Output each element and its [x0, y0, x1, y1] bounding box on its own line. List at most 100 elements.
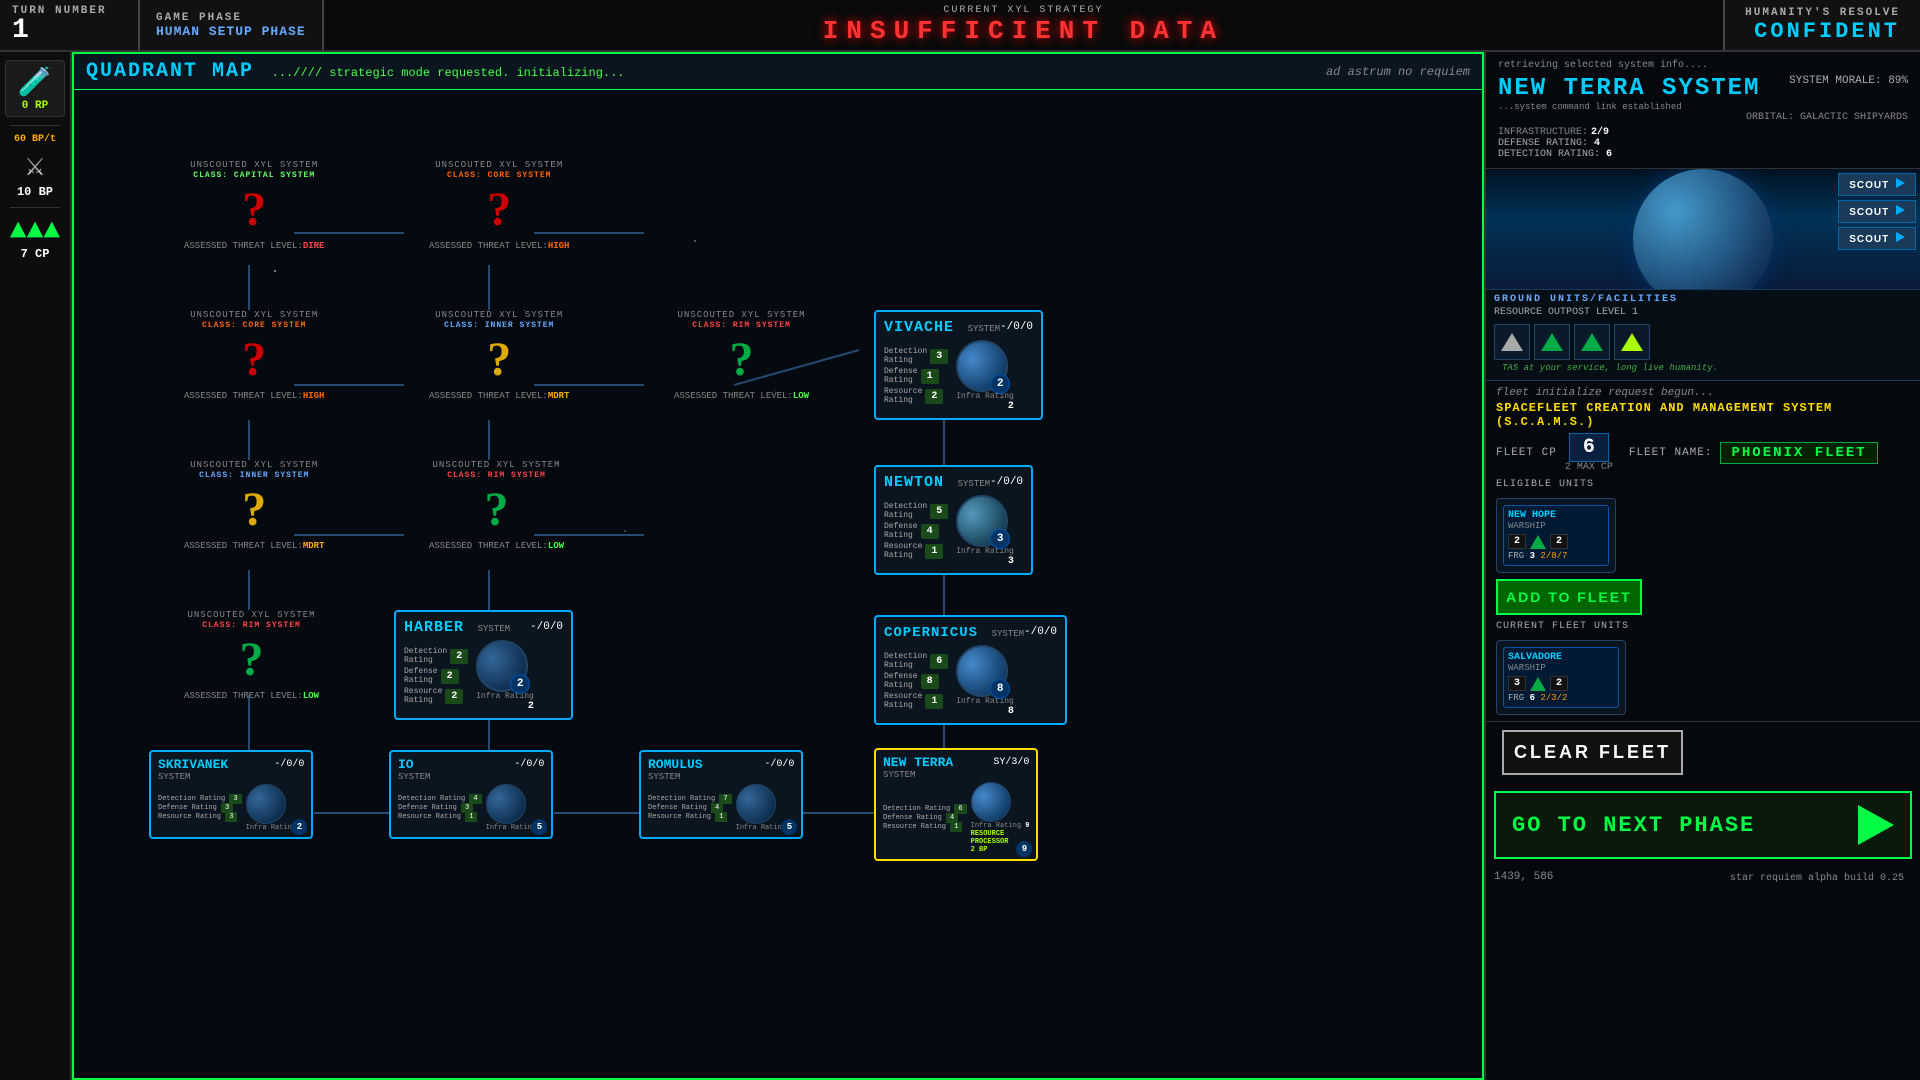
xyl-system-2[interactable]: UNSCOUTED XYL SYSTEM CLASS: CORE SYSTEM … [429, 160, 569, 251]
unit2-stat-right: 2 [1550, 676, 1568, 691]
xyl-system-6[interactable]: UNSCOUTED XYL SYSTEM CLASS: INNER SYSTEM… [184, 460, 324, 551]
resolve-label: HUMANITY'S RESOLVE [1745, 7, 1900, 19]
xyl-system-1[interactable]: UNSCOUTED XYL SYSTEM CLASS: CAPITAL SYST… [184, 160, 324, 251]
io-system[interactable]: IO -/0/0 SYSTEM Detection Rating 4 Defen… [389, 750, 553, 839]
clear-fleet-area: CLEAR FLEET [1486, 722, 1920, 783]
strategy-label: CURRENT XYL STRATEGY [943, 5, 1103, 16]
xyl-system-4[interactable]: UNSCOUTED XYL SYSTEM CLASS: INNER SYSTEM… [429, 310, 569, 401]
scout-button-3[interactable]: SCOUT [1838, 227, 1916, 250]
xyl-label-7: UNSCOUTED XYL SYSTEM CLASS: RIM SYSTEM [433, 460, 561, 480]
selected-system-name: NEW TERRA SYSTEM [1498, 75, 1760, 102]
star-dot [274, 270, 276, 272]
unit2-type: WARSHIP [1508, 663, 1614, 673]
star-dot [624, 530, 626, 532]
ground-units-title: GROUND UNITS/FACILITIES [1494, 294, 1912, 305]
xyl-system-5[interactable]: UNSCOUTED XYL SYSTEM CLASS: RIM SYSTEM ?… [674, 310, 809, 401]
turn-label: TURN NUMBER [12, 5, 126, 17]
copernicus-system[interactable]: COPERNICUS SYSTEM -/0/0 DetectionRating … [874, 615, 1067, 725]
detection-value: 6 [1606, 149, 1612, 160]
rp-value: 0 RP [22, 100, 48, 112]
center-strategy: CURRENT XYL STRATEGY INSUFFICIENT DATA [324, 0, 1724, 50]
fleet-cp-value: 6 [1569, 433, 1609, 462]
strategy-value: INSUFFICIENT DATA [823, 16, 1224, 46]
system-info: retrieving selected system info.... NEW … [1486, 52, 1920, 169]
add-to-fleet-button[interactable]: ADD TO FLEET [1496, 579, 1642, 615]
unit1-name: NEW HOPE [1508, 510, 1604, 521]
map-header: QUADRANT MAP ...//// strategic mode requ… [74, 54, 1482, 90]
unit1-stat-right: 2 [1550, 534, 1568, 549]
star-map[interactable]: UNSCOUTED XYL SYSTEM CLASS: CAPITAL SYST… [74, 90, 1482, 1074]
skrivanek-system[interactable]: SKRIVANEK -/0/0 SYSTEM Detection Rating … [149, 750, 313, 839]
scams-retrieving: fleet initialize request begun... [1496, 387, 1910, 399]
resource-outpost: RESOURCE OUTPOST LEVEL 1 [1494, 305, 1912, 320]
build-info-bar: 1439, 586 star requiem alpha build 0.25 [1486, 867, 1920, 890]
map-tagline: ad astrum no requiem [1326, 65, 1470, 79]
xyl-label-4: UNSCOUTED XYL SYSTEM CLASS: INNER SYSTEM [435, 310, 563, 330]
xyl-label-3: UNSCOUTED XYL SYSTEM CLASS: CORE SYSTEM [190, 310, 318, 330]
eligible-units-label: ELIGIBLE UNITS [1496, 479, 1910, 490]
rp-resource: 🧪 0 RP [5, 60, 65, 117]
current-fleet-label: CURRENT FLEET UNITS [1496, 621, 1910, 632]
clear-fleet-button[interactable]: CLEAR FLEET [1502, 730, 1683, 775]
game-phase-label: GAME PHASE [156, 12, 306, 24]
fleet-cp-label: FLEET CP [1496, 447, 1557, 459]
new-terra-map-system[interactable]: NEW TERRA SY/3/0 SYSTEM Detection Rating… [874, 748, 1038, 861]
infra-value: 2/9 [1591, 127, 1609, 138]
resolve-value: CONFIDENT [1754, 19, 1900, 44]
xyl-label-1: UNSCOUTED XYL SYSTEM CLASS: CAPITAL SYST… [190, 160, 318, 180]
right-panel: retrieving selected system info.... NEW … [1484, 52, 1920, 1080]
ground-unit-icons [1494, 324, 1912, 360]
map-title-area: QUADRANT MAP ...//// strategic mode requ… [86, 60, 625, 83]
scout-button-1[interactable]: SCOUT [1838, 173, 1916, 196]
ground-units-section: GROUND UNITS/FACILITIES RESOURCE OUTPOST… [1486, 289, 1920, 381]
unit2-triangle [1530, 677, 1546, 691]
coords-info: 1439, 586 [1494, 871, 1553, 886]
cp-triangle-icon: ▲▲▲ [10, 216, 60, 247]
scams-section: fleet initialize request begun... SPACEF… [1486, 381, 1920, 722]
scout-button-2[interactable]: SCOUT [1838, 200, 1916, 223]
cp-resource: ▲▲▲ 7 CP [5, 216, 65, 261]
copernicus-name: COPERNICUS [884, 625, 978, 641]
right-planet-area: SCOUT SCOUT SCOUT [1486, 169, 1920, 289]
newton-system[interactable]: NEWTON SYSTEM -/0/0 DetectionRating 5 De… [874, 465, 1033, 575]
system-morale: SYSTEM MORALE: 89% [1789, 75, 1908, 87]
current-unit-1[interactable]: SALVADORE WARSHIP 3 2 FRG 6 2/3/2 [1496, 640, 1626, 715]
top-bar: TURN NUMBER 1 GAME PHASE HUMAN SETUP PHA… [0, 0, 1920, 52]
harber-name: HARBER [404, 619, 464, 636]
fleet-cp-row: FLEET CP 6 2 MAX CP FLEET NAME: PHOENIX … [1496, 433, 1910, 473]
arrow-right-icon [1858, 805, 1894, 845]
resolve-box: HUMANITY'S RESOLVE CONFIDENT [1723, 0, 1920, 50]
unit2-name: SALVADORE [1508, 652, 1614, 663]
vivache-name: VIVACHE [884, 319, 954, 336]
unit-icon-4 [1614, 324, 1650, 360]
vivache-system[interactable]: VIVACHE SYSTEM -/0/0 DetectionRating 3 D… [874, 310, 1043, 420]
next-phase-section[interactable]: GO TO NEXT PHASE [1494, 791, 1912, 859]
game-phase-box: GAME PHASE HUMAN SETUP PHASE [140, 0, 324, 50]
xyl-system-8[interactable]: UNSCOUTED XYL SYSTEM CLASS: RIM SYSTEM ?… [184, 610, 319, 701]
xyl-system-3[interactable]: UNSCOUTED XYL SYSTEM CLASS: CORE SYSTEM … [184, 310, 324, 401]
xyl-p-icon-3: ? [242, 332, 266, 387]
next-phase-text: GO TO NEXT PHASE [1512, 813, 1755, 838]
infra-label: INFRASTRUCTURE: [1498, 127, 1588, 138]
sidebar-divider-1 [10, 125, 60, 126]
xyl-p-icon-5: ? [730, 332, 754, 387]
newton-name: NEWTON [884, 474, 944, 491]
eligible-units-list: NEW HOPE WARSHIP 2 2 FRG 3 2/8/7 [1496, 494, 1910, 573]
bp-value: 10 BP [17, 185, 53, 199]
star-dot [694, 240, 696, 242]
fleet-name-label: FLEET NAME: [1629, 447, 1713, 459]
left-sidebar: 🧪 0 RP 60 BP/t ⚔ 10 BP ▲▲▲ 7 CP [0, 52, 72, 1080]
scout-buttons: SCOUT SCOUT SCOUT [1838, 173, 1916, 250]
eligible-unit-1[interactable]: NEW HOPE WARSHIP 2 2 FRG 3 2/8/7 [1496, 498, 1616, 573]
bp-label: 60 BP/t [14, 134, 56, 145]
xyl-p-icon-8: ? [240, 632, 264, 687]
unit-icon-3 [1574, 324, 1610, 360]
build-info: star requiem alpha build 0.25 [1722, 871, 1912, 886]
orbital-line: ...system command link established [1498, 102, 1908, 112]
harber-system[interactable]: HARBER SYSTEM -/0/0 DetectionRating 2 De… [394, 610, 573, 720]
main-map[interactable]: QUADRANT MAP ...//// strategic mode requ… [72, 52, 1484, 1080]
xyl-label-6: UNSCOUTED XYL SYSTEM CLASS: INNER SYSTEM [190, 460, 318, 480]
xyl-system-7[interactable]: UNSCOUTED XYL SYSTEM CLASS: RIM SYSTEM ?… [429, 460, 564, 551]
romulus-system[interactable]: ROMULUS -/0/0 SYSTEM Detection Rating 7 … [639, 750, 803, 839]
unit-icon-2 [1534, 324, 1570, 360]
